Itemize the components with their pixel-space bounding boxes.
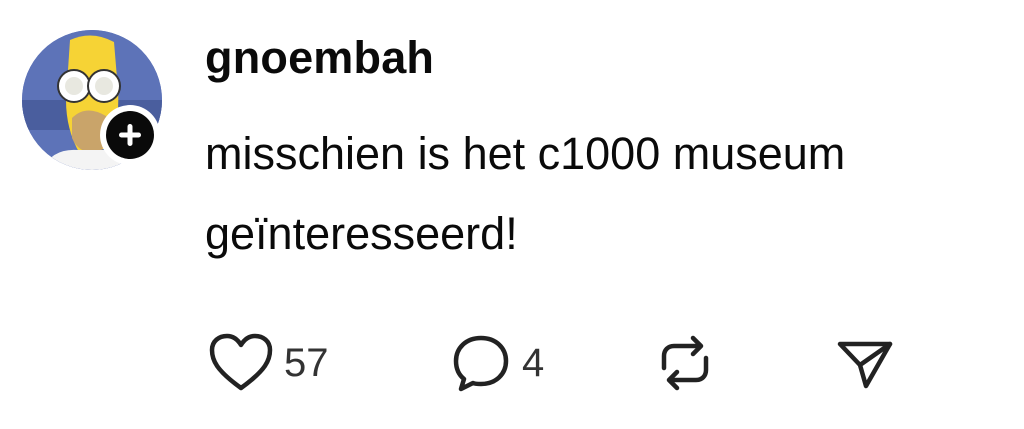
post-text: misschien is het c1000 museum geïnteress…	[205, 128, 846, 259]
username-link[interactable]: gnoembah	[205, 28, 434, 88]
repost-button[interactable]	[654, 328, 716, 398]
send-icon	[837, 341, 893, 389]
like-button[interactable]: 57	[208, 328, 329, 398]
follow-button[interactable]	[100, 105, 160, 165]
repost-icon	[661, 335, 709, 391]
like-count: 57	[284, 341, 329, 385]
thread-post: gnoembah misschien is het c1000 museum g…	[0, 0, 1024, 429]
share-button[interactable]	[834, 328, 896, 398]
reply-button[interactable]: 4	[450, 328, 544, 398]
plus-icon	[119, 124, 141, 146]
heart-icon	[209, 333, 273, 391]
reply-count: 4	[522, 341, 545, 385]
comment-icon	[453, 335, 509, 392]
